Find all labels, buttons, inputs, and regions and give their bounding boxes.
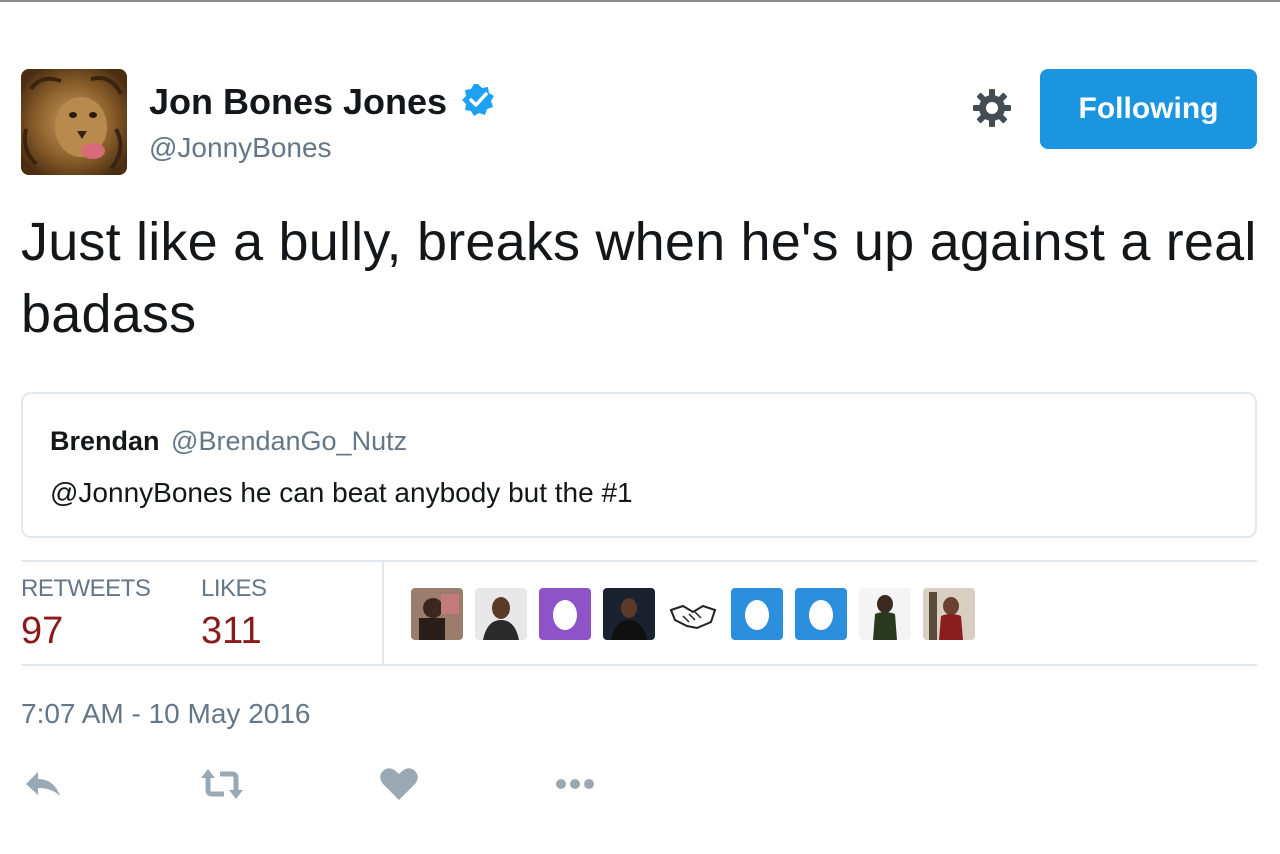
likes-stat[interactable]: LIKES 311 xyxy=(201,574,267,654)
user-handle[interactable]: @JonnyBones xyxy=(149,131,332,165)
gear-icon[interactable] xyxy=(970,86,1014,130)
more-icon[interactable] xyxy=(553,764,597,804)
tweet-timestamp[interactable]: 7:07 AM - 10 May 2016 xyxy=(21,697,311,731)
retweets-count: 97 xyxy=(21,610,64,652)
tweet-stats: RETWEETS 97 LIKES 311 xyxy=(21,560,1257,666)
like-icon[interactable] xyxy=(377,764,421,804)
egg-avatar[interactable] xyxy=(731,588,783,640)
quoted-tweet-card[interactable]: Brendan @BrendanGo_Nutz @JonnyBones he c… xyxy=(21,392,1257,538)
quote-author-handle: @BrendanGo_Nutz xyxy=(171,426,408,456)
retweets-label: RETWEETS xyxy=(21,575,151,602)
quote-text: @JonnyBones he can beat anybody but the … xyxy=(50,477,633,508)
display-name[interactable]: Jon Bones Jones xyxy=(149,80,447,124)
liker-avatar[interactable] xyxy=(923,588,975,640)
retweets-stat[interactable]: RETWEETS 97 xyxy=(21,574,151,654)
tweet-text: Just like a bully, breaks when he's up a… xyxy=(21,212,1257,344)
liker-avatar[interactable] xyxy=(603,588,655,640)
top-border xyxy=(0,0,1280,2)
user-name-row[interactable]: Jon Bones Jones xyxy=(149,80,496,124)
stats-divider xyxy=(382,562,384,666)
liker-avatar[interactable] xyxy=(859,588,911,640)
lion-avatar[interactable] xyxy=(21,69,127,175)
quote-header: Brendan @BrendanGo_Nutz xyxy=(50,424,407,458)
egg-avatar[interactable] xyxy=(795,588,847,640)
following-button[interactable]: Following xyxy=(1040,69,1257,149)
verified-badge-icon xyxy=(460,82,496,118)
handshake-avatar[interactable] xyxy=(667,588,719,640)
likers-avatars xyxy=(411,588,975,640)
quote-author-name: Brendan xyxy=(50,426,160,456)
likes-label: LIKES xyxy=(201,575,267,602)
reply-icon[interactable] xyxy=(22,764,66,804)
likes-count: 311 xyxy=(201,610,262,652)
liker-avatar[interactable] xyxy=(475,588,527,640)
retweet-icon[interactable] xyxy=(200,764,244,804)
liker-avatar[interactable] xyxy=(411,588,463,640)
egg-avatar[interactable] xyxy=(539,588,591,640)
